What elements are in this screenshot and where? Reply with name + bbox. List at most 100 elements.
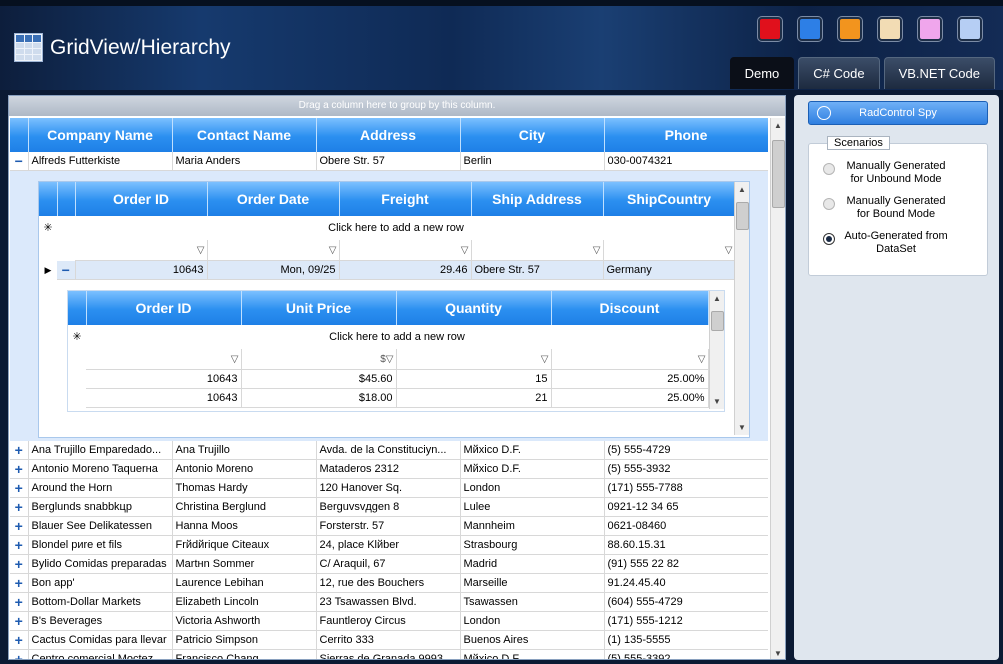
table-cell[interactable]: Elizabeth Lincoln (172, 592, 317, 612)
table-cell[interactable]: 24, place Klйber (316, 535, 461, 555)
filter-icon[interactable]: $▽ (241, 349, 397, 370)
scrollbar-thumb[interactable] (772, 140, 785, 208)
table-cell[interactable]: Maria Anders (172, 152, 317, 171)
group-by-panel[interactable]: Drag a column here to group by this colu… (9, 96, 785, 116)
table-cell[interactable]: (1) 135-5555 (604, 630, 768, 650)
table-row[interactable]: + Blondel pиre et fils Frйdйrique Citeaux 2… (10, 535, 768, 555)
filter-icon[interactable]: ▽ (86, 349, 242, 370)
scroll-up-icon[interactable]: ▲ (710, 291, 724, 306)
add-new-row-text[interactable]: Click here to add a new row (86, 325, 708, 349)
table-cell[interactable]: Laurence Lebihan (172, 573, 317, 593)
expand-row-icon[interactable]: + (10, 592, 29, 612)
table-row[interactable]: 10643 $45.60 15 25.00% (68, 369, 709, 389)
filter-icon[interactable]: ▽ (396, 349, 552, 370)
table-cell[interactable]: Mataderos 2312 (316, 459, 461, 479)
table-cell[interactable]: 25.00% (551, 369, 709, 389)
table-cell[interactable]: London (460, 478, 605, 498)
table-row[interactable]: + Antonio Moreno Taquerнa Antonio Moreno Ma… (10, 459, 768, 479)
collapse-row-icon[interactable]: − (57, 260, 76, 280)
table-cell[interactable]: Obere Str. 57 (471, 260, 604, 280)
table-row[interactable]: + Bon app' Laurence Lebihan 12, rue des Bou… (10, 573, 768, 593)
table-cell[interactable]: Blauer See Delikatessen (28, 516, 173, 536)
table-cell[interactable]: 23 Tsawassen Blvd. (316, 592, 461, 612)
radio-button[interactable] (823, 233, 835, 245)
theme-swatch-red[interactable] (758, 17, 782, 41)
table-cell[interactable]: Berlin (460, 152, 605, 171)
table-cell[interactable]: 15 (396, 369, 552, 389)
table-cell[interactable]: Mon, 09/25 (207, 260, 340, 280)
details-vertical-scrollbar[interactable]: ▲ ▼ (709, 291, 724, 409)
table-row[interactable]: 10643 $18.00 21 25.00% (68, 388, 709, 408)
table-cell[interactable]: 25.00% (551, 388, 709, 408)
column-header-discount[interactable]: Discount (551, 291, 709, 325)
table-cell[interactable]: $18.00 (241, 388, 397, 408)
table-cell[interactable]: (171) 555-7788 (604, 478, 768, 498)
table-cell[interactable]: (91) 555 22 82 (604, 554, 768, 574)
expand-row-icon[interactable]: + (10, 630, 29, 650)
scroll-up-icon[interactable]: ▲ (735, 182, 749, 197)
table-cell[interactable]: Avda. de la Constituciуn... (316, 441, 461, 460)
column-header-company-name[interactable]: Company Name (28, 118, 173, 152)
table-cell[interactable]: Strasbourg (460, 535, 605, 555)
table-cell[interactable]: Berguvsvдgen 8 (316, 497, 461, 517)
expand-row-icon[interactable]: + (10, 516, 29, 536)
table-cell[interactable]: Bуlido Comidas preparadas (28, 554, 173, 574)
table-cell[interactable]: C/ Araquil, 67 (316, 554, 461, 574)
filter-icon[interactable]: ▽ (471, 240, 604, 261)
theme-swatch-beige[interactable] (878, 17, 902, 41)
table-cell[interactable]: Antonio Moreno Taquerнa (28, 459, 173, 479)
table-cell[interactable]: Frйdйrique Citeaux (172, 535, 317, 555)
table-row[interactable]: + Centro comercial Moctez... Francisco Cha… (10, 649, 768, 659)
master-vertical-scrollbar[interactable]: ▲ ▼ (770, 118, 785, 659)
collapse-row-icon[interactable]: − (10, 152, 29, 171)
table-row[interactable]: + Bottom-Dollar Markets Elizabeth Lincoln 2… (10, 592, 768, 612)
radio-button[interactable] (823, 163, 835, 175)
table-cell[interactable]: 10643 (75, 260, 208, 280)
table-cell[interactable]: Mйxico D.F. (460, 649, 605, 659)
table-cell[interactable]: Alfreds Futterkiste (28, 152, 173, 171)
table-cell[interactable]: (5) 555-3932 (604, 459, 768, 479)
table-cell[interactable]: 21 (396, 388, 552, 408)
filter-icon[interactable]: ▽ (75, 240, 208, 261)
table-cell[interactable]: Patricio Simpson (172, 630, 317, 650)
table-cell[interactable]: 29.46 (339, 260, 472, 280)
details-add-row[interactable]: ✳ Click here to add a new row (68, 325, 708, 349)
table-cell[interactable]: 12, rue des Bouchers (316, 573, 461, 593)
scroll-down-icon[interactable]: ▼ (710, 394, 724, 409)
table-cell[interactable]: (5) 555-4729 (604, 441, 768, 460)
expand-row-icon[interactable]: + (10, 459, 29, 479)
expand-row-icon[interactable]: + (10, 441, 29, 460)
column-header-address[interactable]: Address (316, 118, 461, 152)
table-cell[interactable]: Tsawassen (460, 592, 605, 612)
table-cell[interactable]: 10643 (86, 388, 242, 408)
table-cell[interactable]: Bon app' (28, 573, 173, 593)
table-cell[interactable]: Forsterstr. 57 (316, 516, 461, 536)
table-cell[interactable]: London (460, 611, 605, 631)
table-cell[interactable]: Christina Berglund (172, 497, 317, 517)
column-header-ship-country[interactable]: ShipCountry (603, 182, 736, 216)
tab-csharp-code[interactable]: C# Code (798, 57, 880, 89)
tab-demo[interactable]: Demo (729, 57, 795, 89)
expand-row-icon[interactable]: + (10, 497, 29, 517)
table-cell[interactable]: Ana Trujillo (172, 441, 317, 460)
table-row[interactable]: + Around the Horn Thomas Hardy 120 Hanover … (10, 478, 768, 498)
radio-button[interactable] (823, 198, 835, 210)
table-cell[interactable]: Mйxico D.F. (460, 441, 605, 460)
filter-icon[interactable]: ▽ (603, 240, 736, 261)
table-cell[interactable]: 030-0074321 (604, 152, 768, 171)
table-row-expanded[interactable]: − Alfreds Futterkiste Maria Anders Obere… (10, 152, 768, 171)
table-cell[interactable]: Mannheim (460, 516, 605, 536)
table-cell[interactable]: 0621-08460 (604, 516, 768, 536)
column-header-order-id[interactable]: Order ID (75, 182, 208, 216)
theme-swatch-light-blue[interactable] (958, 17, 982, 41)
expand-row-icon[interactable]: + (10, 611, 29, 631)
table-cell[interactable]: Cactus Comidas para llevar (28, 630, 173, 650)
scrollbar-thumb[interactable] (736, 202, 749, 230)
table-cell[interactable]: Marseille (460, 573, 605, 593)
table-cell[interactable]: Francisco Chang (172, 649, 317, 659)
column-header-freight[interactable]: Freight (339, 182, 472, 216)
table-cell[interactable]: Fauntleroy Circus (316, 611, 461, 631)
column-header-order-date[interactable]: Order Date (207, 182, 340, 216)
scenario-option-unbound[interactable]: Manually Generated for Unbound Mode (823, 160, 951, 186)
table-cell[interactable]: Cerrito 333 (316, 630, 461, 650)
